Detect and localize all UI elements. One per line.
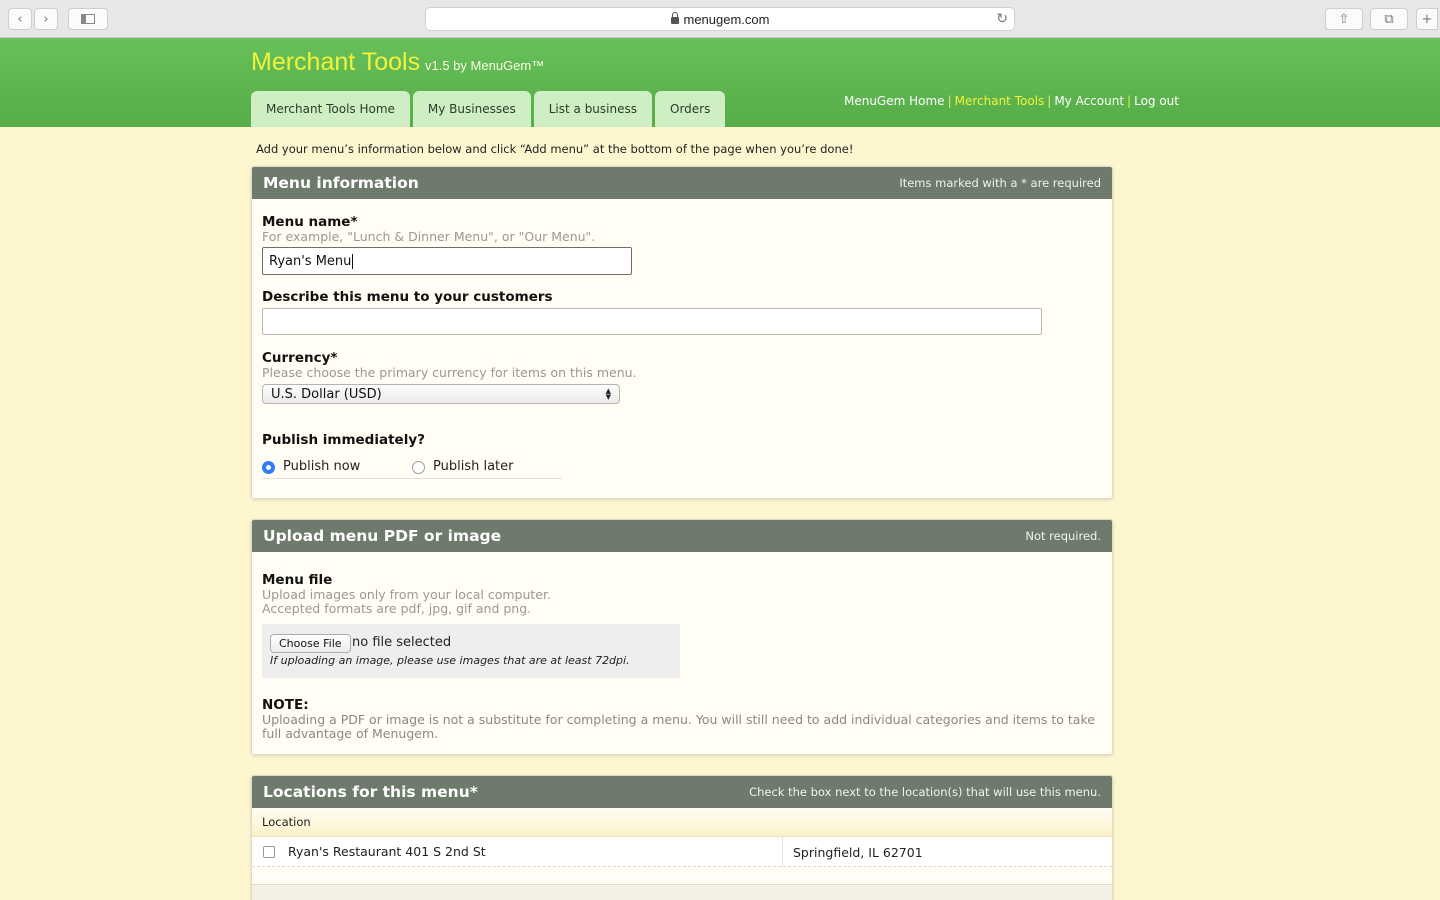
publish-later-radio[interactable]	[412, 461, 425, 474]
file-upload-block: Choose File no file selected If uploadin…	[262, 624, 680, 678]
url-text: menugem.com	[683, 11, 770, 27]
location-checkbox[interactable]	[263, 845, 275, 858]
brand-title[interactable]: Merchant Tools	[251, 48, 420, 77]
panel-title: Locations for this menu*	[263, 783, 478, 801]
nav-separator: |	[1047, 94, 1052, 108]
table-footer	[252, 884, 1112, 900]
forward-button[interactable]: ›	[34, 8, 58, 30]
nav-log-out[interactable]: Log out	[1134, 94, 1179, 108]
panel-title: Menu information	[263, 174, 419, 192]
required-note: Items marked with a * are required	[899, 176, 1101, 190]
publish-later-label[interactable]: Publish later	[433, 459, 514, 474]
location-column-header: Location	[252, 808, 1112, 837]
location-name: Ryan's Restaurant 401 S 2nd St	[288, 844, 486, 859]
lock-icon	[670, 11, 679, 24]
publish-now-label[interactable]: Publish now	[283, 459, 360, 474]
upload-hint-1: Upload images only from your local compu…	[262, 587, 551, 602]
currency-value: U.S. Dollar (USD)	[271, 386, 382, 402]
panel-title: Upload menu PDF or image	[263, 527, 502, 545]
chevron-left-icon: ‹	[17, 11, 23, 27]
version-label: v1.5 by MenuGem™	[425, 58, 545, 73]
tab-my-businesses[interactable]: My Businesses	[412, 91, 531, 127]
menu-name-hint: For example, "Lunch & Dinner Menu", or "…	[262, 229, 596, 244]
back-button[interactable]: ‹	[8, 8, 32, 30]
dpi-hint: If uploading an image, please use images…	[270, 654, 630, 667]
menu-name-value: Ryan's Menu	[269, 253, 352, 269]
panel-header: Menu information Items marked with a * a…	[252, 167, 1112, 199]
menu-name-input[interactable]: Ryan's Menu	[262, 247, 632, 275]
reload-icon[interactable]: ↻	[996, 10, 1008, 27]
share-button[interactable]: ⇧	[1325, 8, 1363, 30]
publish-label: Publish immediately?	[262, 432, 425, 448]
panel-header: Locations for this menu* Check the box n…	[252, 776, 1112, 808]
not-required-note: Not required.	[1025, 529, 1101, 543]
panel-header: Upload menu PDF or image Not required.	[252, 520, 1112, 552]
publish-now-radio[interactable]	[262, 461, 275, 474]
locations-panel: Locations for this menu* Check the box n…	[251, 775, 1113, 900]
choose-file-button[interactable]: Choose File	[270, 634, 351, 653]
tab-list-a-business[interactable]: List a business	[533, 91, 652, 127]
describe-label: Describe this menu to your customers	[262, 289, 553, 305]
address-bar[interactable]: menugem.com ↻	[425, 7, 1015, 31]
file-status: no file selected	[352, 635, 452, 650]
nav-my-account[interactable]: My Account	[1054, 94, 1124, 108]
sidebar-toggle-button[interactable]	[68, 8, 108, 30]
tab-orders[interactable]: Orders	[655, 91, 726, 127]
select-arrows-icon: ▲ ▼	[605, 387, 611, 401]
locations-note: Check the box next to the location(s) th…	[749, 785, 1101, 799]
tabs-icon: ⧉	[1384, 11, 1394, 27]
divider	[262, 478, 562, 479]
menu-information-panel: Menu information Items marked with a * a…	[251, 166, 1113, 499]
upload-panel: Upload menu PDF or image Not required. M…	[251, 519, 1113, 755]
table-row: Ryan's Restaurant 401 S 2nd St Springfie…	[252, 837, 1112, 867]
nav-separator: |	[1127, 94, 1132, 108]
browser-toolbar: ‹ › menugem.com ↻ ⇧ ⧉ +	[0, 0, 1440, 38]
note-text: Uploading a PDF or image is not a substi…	[262, 712, 1095, 741]
share-icon: ⇧	[1338, 11, 1350, 27]
plus-icon: +	[1421, 11, 1433, 27]
sidebar-icon	[81, 14, 95, 24]
nav-separator: |	[947, 94, 952, 108]
nav-merchant-tools[interactable]: Merchant Tools	[955, 94, 1045, 108]
menu-file-label: Menu file	[262, 572, 333, 588]
upload-hint-2: Accepted formats are pdf, jpg, gif and p…	[262, 601, 532, 616]
tabs-overview-button[interactable]: ⧉	[1370, 8, 1408, 30]
location-city: Springfield, IL 62701	[782, 837, 923, 867]
new-tab-button[interactable]: +	[1416, 8, 1438, 30]
intro-text: Add your menu’s information below and cl…	[256, 142, 854, 156]
chevron-right-icon: ›	[43, 11, 49, 27]
currency-label: Currency*	[262, 350, 338, 366]
currency-hint: Please choose the primary currency for i…	[262, 365, 637, 380]
top-nav: MenuGem Home | Merchant Tools | My Account | L…	[844, 94, 1179, 108]
tab-merchant-tools-home[interactable]: Merchant Tools Home	[251, 91, 410, 127]
text-caret	[352, 253, 354, 269]
site-header: Merchant Tools v1.5 by MenuGem™ Merchant…	[0, 38, 1440, 127]
nav-menugem-home[interactable]: MenuGem Home	[844, 94, 945, 108]
describe-input[interactable]	[262, 308, 1042, 335]
main-tabs: Merchant Tools Home My Businesses List a…	[251, 91, 726, 127]
menu-name-label: Menu name*	[262, 214, 358, 230]
currency-select[interactable]: U.S. Dollar (USD) ▲ ▼	[262, 384, 620, 404]
note-label: NOTE:	[262, 697, 309, 713]
